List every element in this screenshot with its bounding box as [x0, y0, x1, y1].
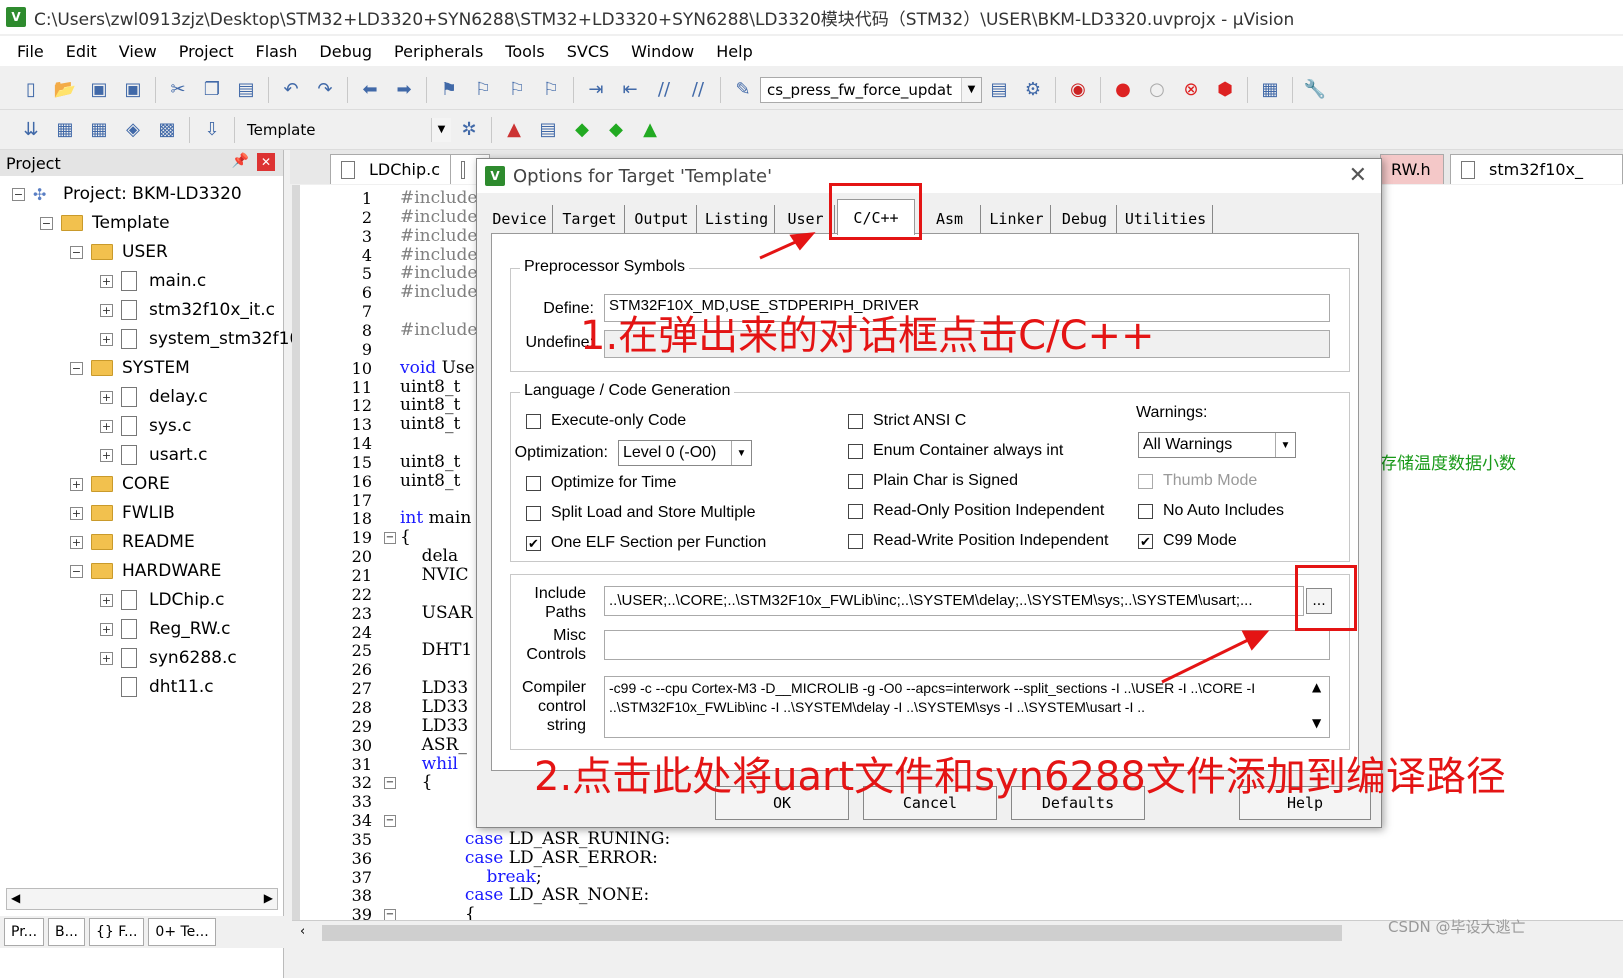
- annotation-arrow-shaft: [1161, 638, 1249, 684]
- annotation-arrow-head: [789, 232, 816, 251]
- annotation-arrow-head: [1241, 630, 1270, 651]
- watermark: CSDN @毕设大逃亡: [1388, 918, 1526, 936]
- annotation-arrows: [759, 232, 1270, 684]
- annotation-step1: 1.在弹出来的对话框点击C/C++: [580, 313, 1155, 359]
- uvision-window: V C:\Users\zwl0913zjz\Desktop\STM32+LD33…: [0, 0, 1623, 978]
- annotation-arrow-shaft: [759, 238, 801, 260]
- annotation-step2: 2.点击此处将uart文件和syn6288文件添加到编译路径: [534, 754, 1506, 800]
